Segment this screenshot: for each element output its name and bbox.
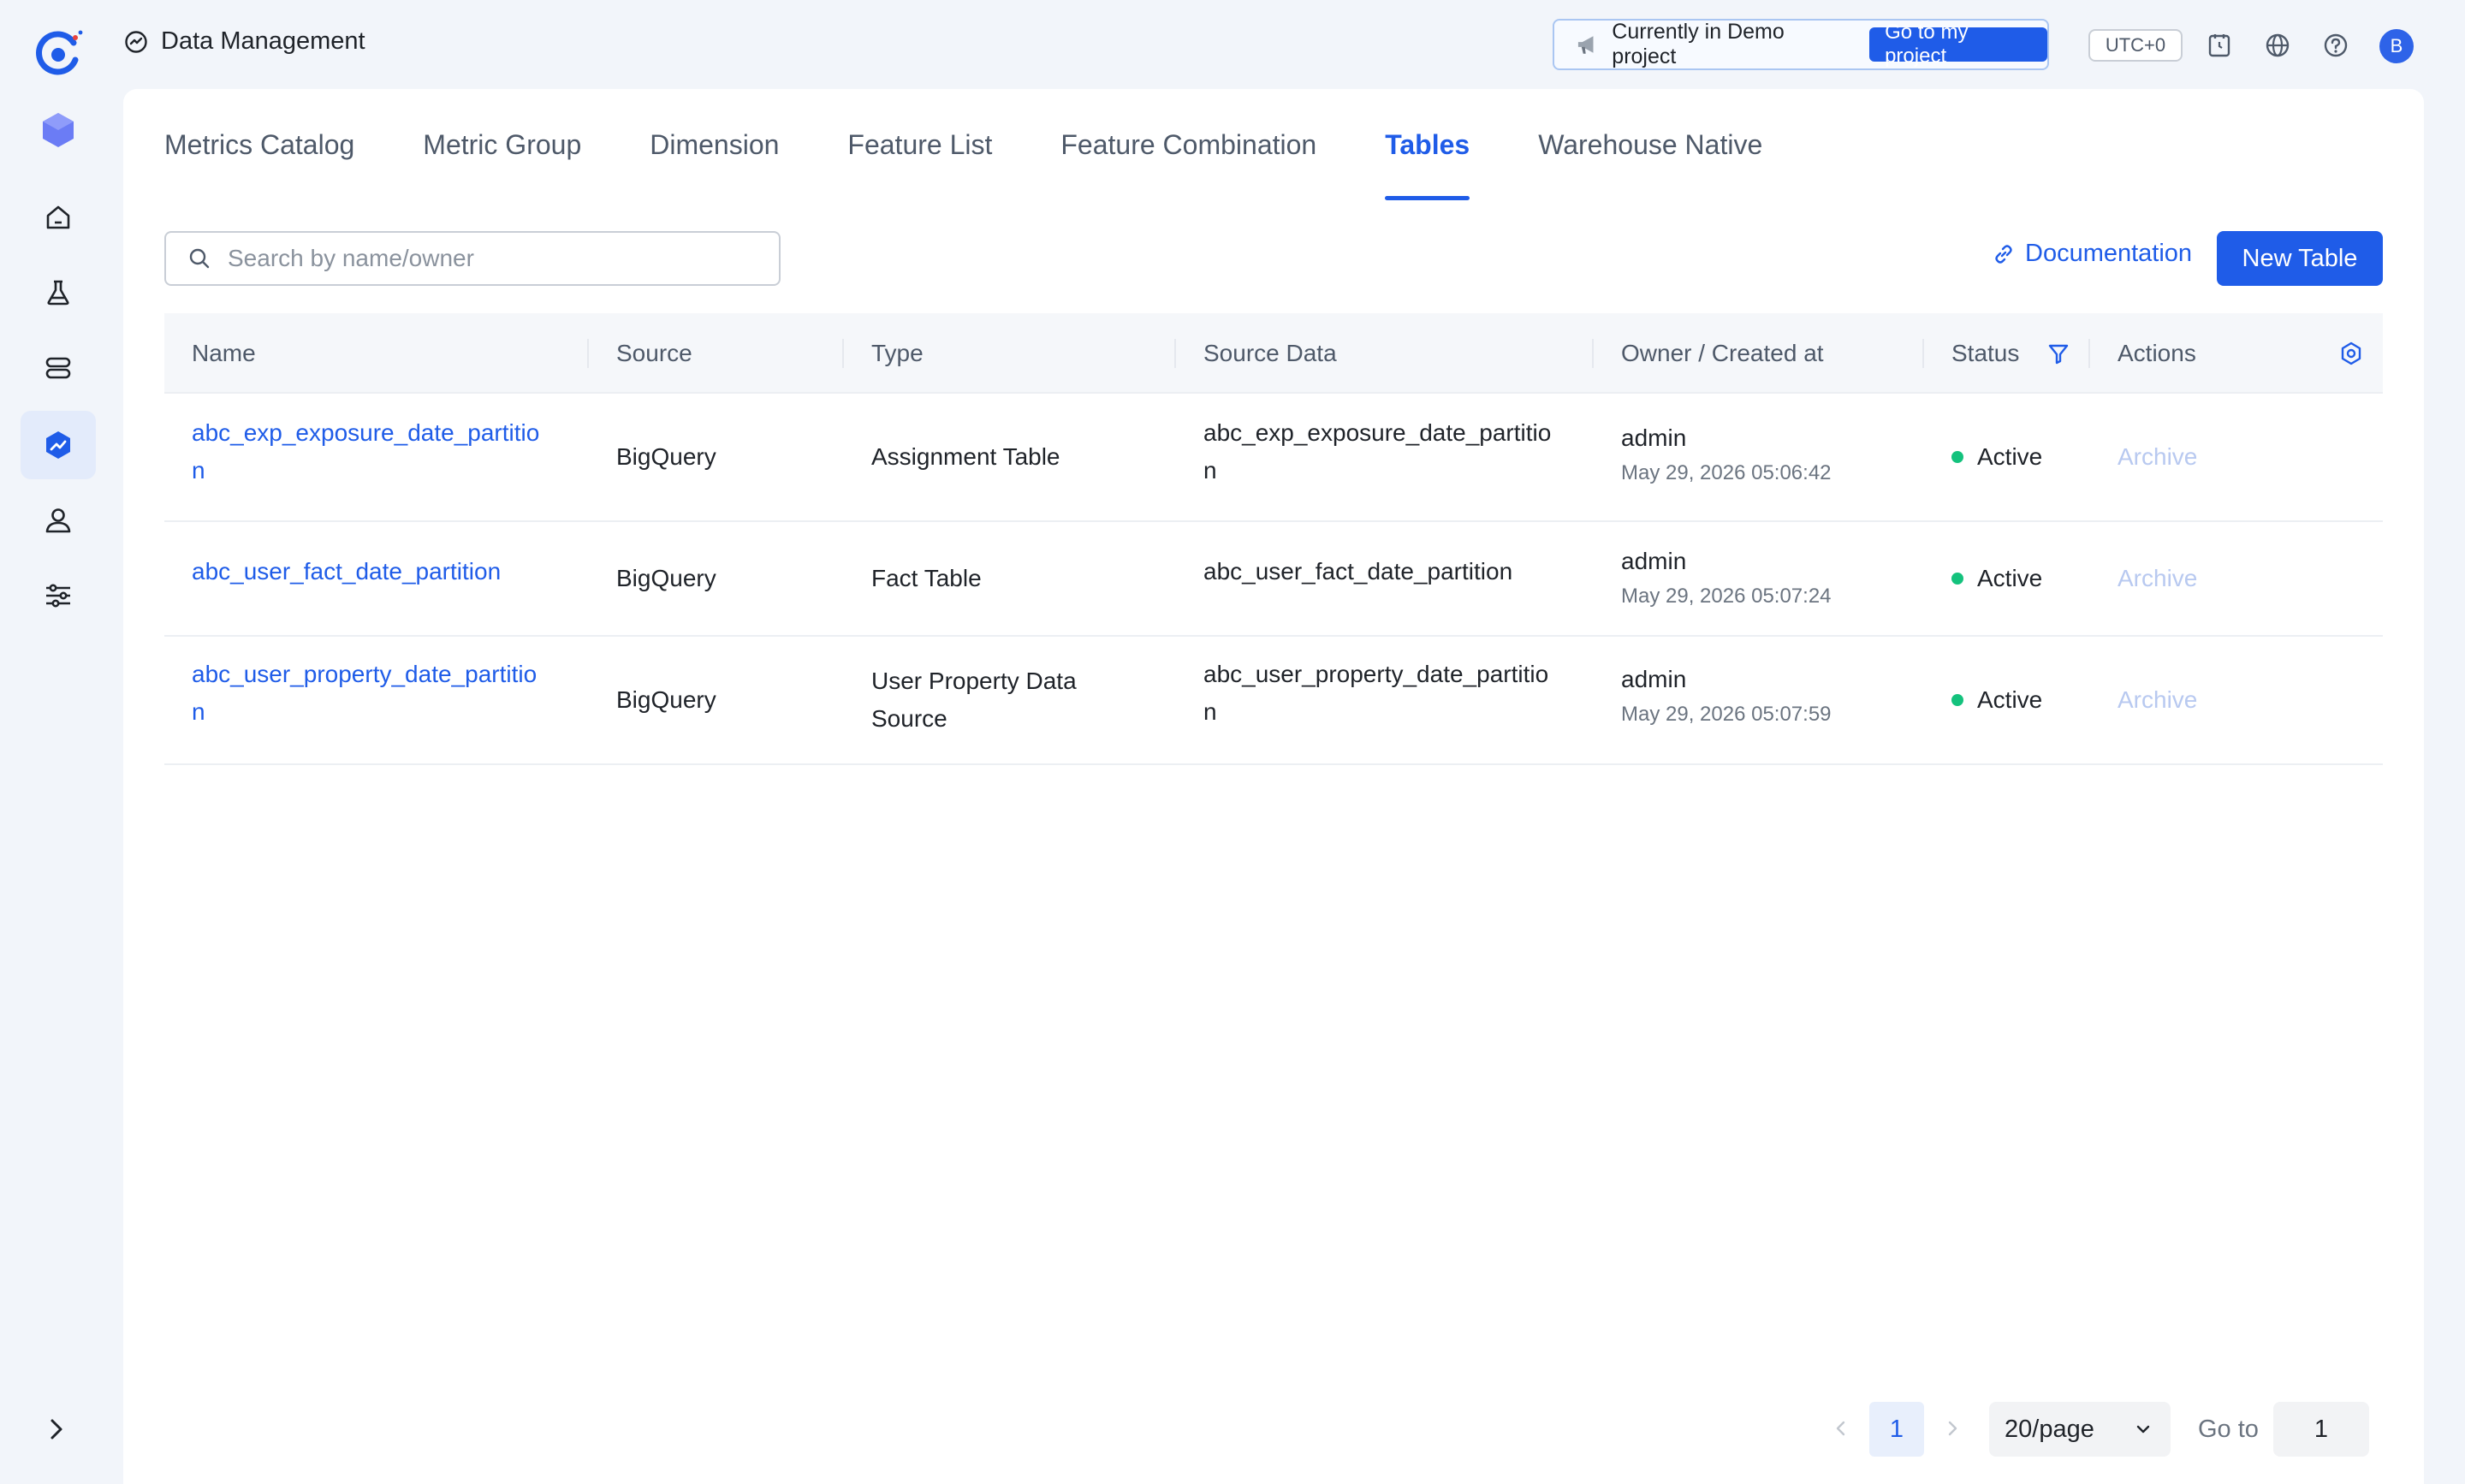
search-box <box>164 231 781 286</box>
sidebar-item-settings[interactable] <box>21 561 96 630</box>
table-name-link[interactable]: abc_user_property_date_partitio n <box>192 656 537 731</box>
table-source: BigQuery <box>616 686 716 713</box>
data-management-breadcrumb-icon <box>125 30 147 53</box>
top-bar: Data Management Currently in Demo projec… <box>116 0 2465 89</box>
table-source-data: abc_user_property_date_partitio n <box>1203 661 1549 725</box>
page-size-value: 20/page <box>2005 1415 2094 1443</box>
demo-project-text: Currently in Demo project <box>1612 20 1785 68</box>
tab-tables[interactable]: Tables <box>1385 89 1470 200</box>
sidebar-item-database[interactable] <box>21 334 96 402</box>
table-source-data: abc_user_fact_date_partition <box>1203 558 1513 585</box>
sidebar-item-data-management[interactable] <box>21 411 96 479</box>
timezone-selector[interactable]: UTC+0 <box>2088 29 2183 62</box>
status-badge: Active <box>1951 560 2042 597</box>
current-page-button[interactable]: 1 <box>1869 1402 1924 1457</box>
table-header: Name Source Type Source Data Owner / Cre… <box>164 313 2383 394</box>
database-icon <box>45 357 71 379</box>
sidebar <box>0 0 116 1484</box>
table-name-link[interactable]: abc_user_fact_date_partition <box>192 553 501 591</box>
archive-button[interactable]: Archive <box>2118 560 2197 597</box>
table-name-link[interactable]: abc_exp_exposure_date_partitio n <box>192 414 539 490</box>
tab-warehouse-native[interactable]: Warehouse Native <box>1538 89 1762 200</box>
tables-table: Name Source Type Source Data Owner / Cre… <box>164 313 2383 765</box>
tab-bar: Metrics Catalog Metric Group Dimension F… <box>164 89 1831 200</box>
column-header-actions: Actions <box>2118 340 2196 366</box>
documentation-label: Documentation <box>2025 240 2193 267</box>
demo-project-banner: Currently in Demo project Go to my proje… <box>1553 19 2049 70</box>
sidebar-item-home[interactable] <box>21 183 96 252</box>
table-source-data: abc_exp_exposure_date_partitio n <box>1203 419 1552 484</box>
previous-page-icon[interactable] <box>1828 1416 1854 1441</box>
table-owner-created: admin May 29, 2026 05:07:24 <box>1621 548 1832 608</box>
column-header-owner-created: Owner / Created at <box>1621 340 1824 366</box>
table-row: abc_user_property_date_partitio n BigQuer… <box>164 637 2383 765</box>
megaphone-icon <box>1577 36 1594 54</box>
table-source: BigQuery <box>616 565 716 591</box>
app-logo-icon[interactable] <box>31 26 86 80</box>
goto-page-input[interactable]: 1 <box>2273 1402 2369 1457</box>
link-icon <box>1995 244 2012 264</box>
table-type: User Property Data Source <box>871 668 1077 732</box>
settings-sliders-icon <box>46 584 70 608</box>
table-row: abc_user_fact_date_partition BigQuery Fa… <box>164 522 2383 637</box>
help-icon[interactable] <box>2321 31 2350 60</box>
data-management-icon <box>46 431 70 459</box>
tab-feature-list[interactable]: Feature List <box>847 89 992 200</box>
home-icon <box>46 205 70 229</box>
column-settings-button[interactable] <box>2338 313 2364 394</box>
main-panel: Metrics Catalog Metric Group Dimension F… <box>123 89 2424 1484</box>
search-input[interactable] <box>228 245 758 272</box>
search-icon <box>189 248 210 269</box>
tab-metrics-catalog[interactable]: Metrics Catalog <box>164 89 354 200</box>
globe-icon[interactable] <box>2263 31 2292 60</box>
sidebar-item-experiments[interactable] <box>21 258 96 327</box>
project-cube-icon[interactable] <box>41 111 75 149</box>
column-header-type: Type <box>871 340 924 366</box>
table-type: Fact Table <box>871 565 982 591</box>
settings-gear-icon <box>2341 341 2361 365</box>
user-avatar[interactable]: B <box>2379 29 2414 63</box>
status-badge: Active <box>1951 681 2042 719</box>
table-owner-created: admin May 29, 2026 05:07:59 <box>1621 666 1832 726</box>
tab-feature-combination[interactable]: Feature Combination <box>1060 89 1316 200</box>
next-page-icon[interactable] <box>1939 1416 1965 1441</box>
filter-icon <box>2048 344 2069 365</box>
flask-icon <box>47 280 69 306</box>
status-filter-button[interactable] <box>2046 313 2071 394</box>
column-header-name: Name <box>192 340 256 366</box>
new-table-button[interactable]: New Table <box>2217 231 2383 286</box>
go-to-my-project-button[interactable]: Go to my project <box>1869 21 2047 68</box>
expand-sidebar-icon[interactable] <box>39 1412 74 1446</box>
column-header-source: Source <box>616 340 692 366</box>
column-header-status: Status <box>1951 340 2020 366</box>
documentation-link[interactable]: Documentation <box>1993 240 2192 268</box>
status-badge: Active <box>1951 438 2042 476</box>
table-source: BigQuery <box>616 443 716 470</box>
sidebar-item-users[interactable] <box>21 486 96 555</box>
user-icon <box>45 508 71 533</box>
calendar-clock-icon[interactable] <box>2205 31 2234 60</box>
table-type: Assignment Table <box>871 443 1060 470</box>
table-row: abc_exp_exposure_date_partitio n BigQuery… <box>164 394 2383 522</box>
goto-label: Go to <box>2198 1415 2259 1443</box>
tab-metric-group[interactable]: Metric Group <box>423 89 581 200</box>
table-owner-created: admin May 29, 2026 05:06:42 <box>1621 424 1832 484</box>
page-size-select[interactable]: 20/page <box>1989 1402 2171 1457</box>
tab-dimension[interactable]: Dimension <box>650 89 779 200</box>
breadcrumb-title: Data Management <box>161 27 365 55</box>
archive-button[interactable]: Archive <box>2118 438 2197 476</box>
breadcrumb: Data Management <box>123 27 365 56</box>
column-header-source-data: Source Data <box>1203 340 1337 366</box>
archive-button[interactable]: Archive <box>2118 681 2197 719</box>
chevron-down-icon <box>2136 1425 2150 1434</box>
